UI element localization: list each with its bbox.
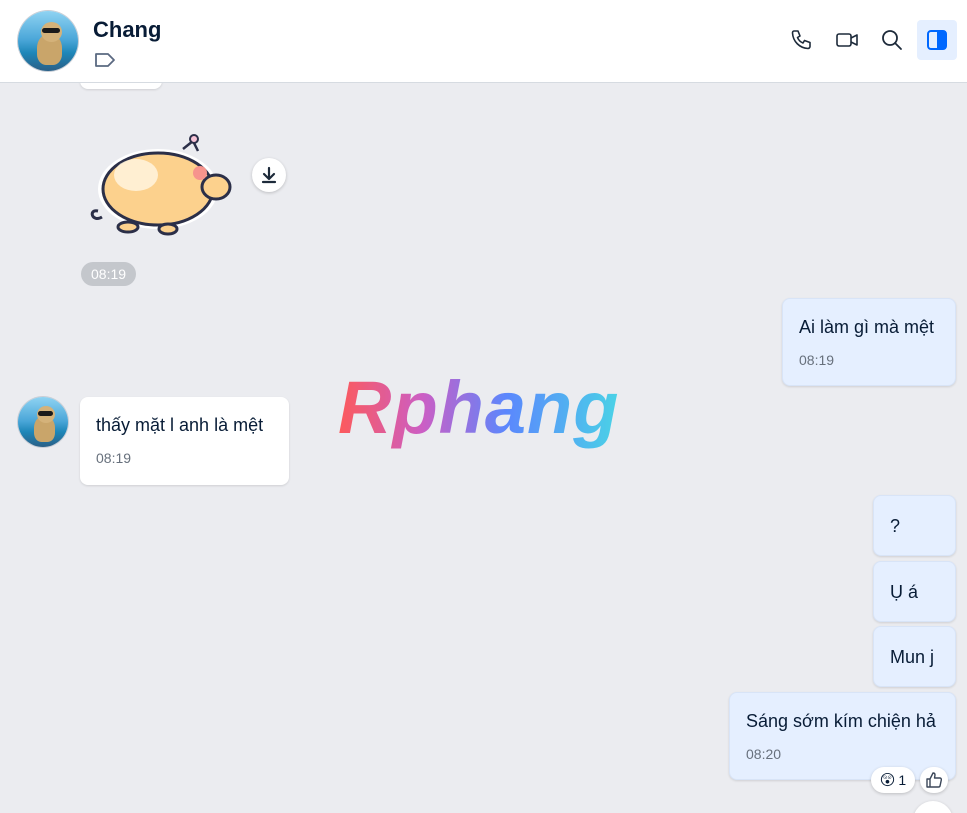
message-time: 08:19 [96,450,132,466]
message-text: ? [890,516,901,536]
scroll-to-bottom-button[interactable] [913,801,953,813]
video-camera-icon [836,33,858,47]
sticker-time-badge: 08:19 [81,262,137,286]
search-icon [882,30,902,50]
outgoing-message-bubble[interactable]: Mun j [873,626,956,687]
incoming-message-bubble[interactable]: thấy mặt l anh là mệt 08:19 [80,397,289,485]
contact-avatar[interactable] [18,11,78,71]
download-button[interactable] [252,158,286,192]
react-button[interactable] [920,767,948,793]
chat-header: Chang [0,0,967,83]
sticker-image[interactable] [88,131,238,237]
phone-icon [791,30,811,50]
message-text: Ụ á [890,582,919,602]
watermark-logo: Rphang [338,366,620,449]
message-text: Sáng sớm kím chiện hả [746,711,936,731]
outgoing-message-bubble[interactable]: Ai làm gì mà mệt 08:19 [782,298,956,386]
sidebar-panel-icon [927,30,947,50]
reaction-summary[interactable]: 😲 1 [871,767,915,793]
message-time: 08:19 [799,352,835,368]
surprised-emoji-icon: 😲 [879,772,896,789]
voice-call-button[interactable] [781,20,821,60]
message-text: thấy mặt l anh là mệt [96,415,264,435]
thumbs-up-icon [926,772,943,788]
video-call-button[interactable] [827,20,867,60]
outgoing-message-bubble[interactable]: Ụ á [873,561,956,622]
message-text: Ai làm gì mà mệt [799,317,935,337]
toggle-sidebar-button[interactable] [917,20,957,60]
outgoing-message-bubble[interactable]: ? [873,495,956,556]
outgoing-message-bubble[interactable]: Sáng sớm kím chiện hả 08:20 [729,692,956,780]
message-list[interactable]: 08:19 Ai làm gì mà mệt 08:19 thấy mặt l … [0,83,967,813]
tag-icon[interactable] [94,52,116,68]
search-button[interactable] [872,20,912,60]
message-time: 08:20 [746,746,782,762]
sender-avatar[interactable] [18,397,68,447]
download-icon [261,166,277,184]
contact-name[interactable]: Chang [93,17,161,43]
message-text: Mun j [890,647,935,667]
previous-message-bubble[interactable] [80,83,162,89]
reaction-count: 1 [898,772,907,788]
